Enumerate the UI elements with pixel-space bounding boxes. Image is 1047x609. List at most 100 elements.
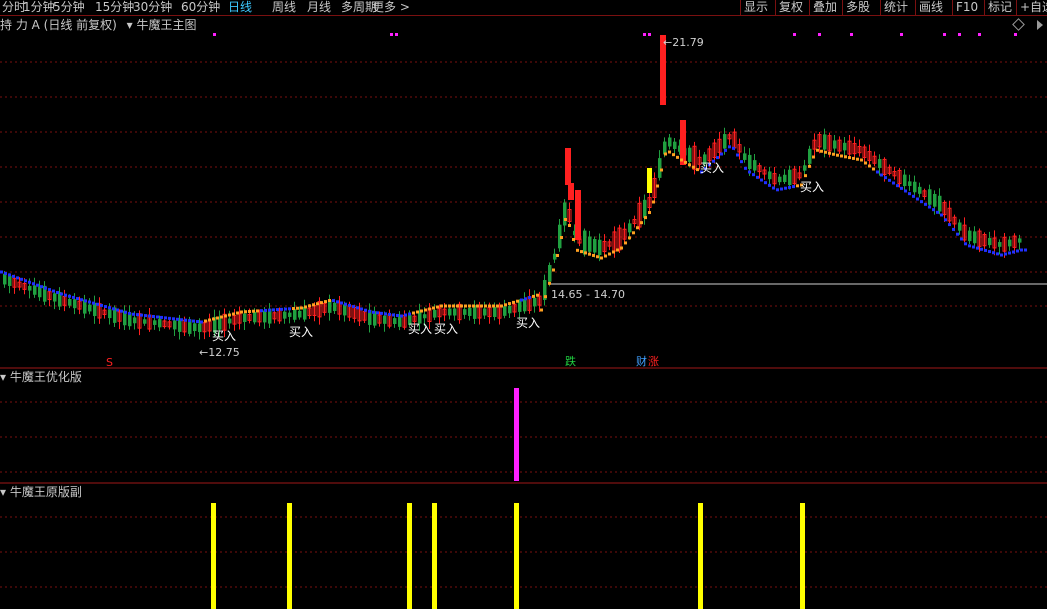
ma-dot [412, 311, 415, 315]
ma-dot [520, 298, 523, 302]
ma-dot [608, 252, 611, 256]
ma-dot [856, 157, 859, 161]
ma-dot [204, 319, 207, 323]
toolbar-tab-5[interactable]: 60分钟 [181, 0, 220, 15]
ma-dot [872, 167, 875, 171]
toolbar-tab-8[interactable]: 月线 [307, 0, 331, 15]
sub2-dropdown-icon[interactable]: ▾ [0, 485, 6, 499]
ma-dot [440, 304, 443, 308]
range-label: 14.65 - 14.70 [551, 288, 625, 301]
toolbar-tab-1[interactable]: 1分钟 [23, 0, 55, 15]
candle-body [837, 139, 842, 152]
toolbar-button-6[interactable]: F10 [956, 0, 978, 15]
ma-dot [696, 168, 699, 172]
candle-body-large [660, 35, 666, 105]
buy-label: 买入 [289, 325, 313, 339]
diamond-icon[interactable] [1012, 18, 1025, 31]
candle-body [543, 280, 547, 300]
ma-dot [560, 236, 563, 239]
ma-dot [512, 300, 515, 304]
candle-body [652, 178, 657, 198]
kline-chart[interactable]: ←21.79←12.7514.65 - 14.70买入 买入 买入 买入 买入买入买入S… [0, 0, 1047, 609]
sub2-indicator-name[interactable]: 牛魔王原版副 [10, 485, 82, 499]
main-indicator-name[interactable]: 牛魔王主图 [137, 18, 197, 32]
toolbar-tab-6[interactable]: 日线 [228, 0, 252, 15]
toolbar-tab-2[interactable]: 5分钟 [53, 0, 85, 15]
ma-dot [844, 155, 847, 159]
signal-dot [1014, 33, 1017, 36]
ma-dot [968, 244, 971, 248]
sub1-indicator-name[interactable]: 牛魔王优化版 [10, 370, 82, 384]
toolbar-tab-4[interactable]: 30分钟 [133, 0, 172, 15]
ma-dot [624, 241, 627, 245]
candle-body [643, 199, 647, 218]
signal-dot [943, 33, 946, 36]
period-toolbar: 分时 1分钟 5分钟 15分钟 30分钟 60分钟 日线 周线 月线 多周期 更多 > 显示 复权 叠加多… [0, 0, 1047, 16]
toolbar-separator [952, 0, 953, 15]
indicator-dropdown-icon[interactable]: ▾ [127, 18, 133, 32]
toolbar-button-7[interactable]: 标记 [988, 0, 1012, 15]
candle-body [17, 281, 22, 288]
ma-dot [720, 152, 723, 156]
toolbar-button-4[interactable]: 统计 [884, 0, 908, 15]
candle-body [707, 148, 712, 162]
toolbar-tab-7[interactable]: 周线 [272, 0, 296, 15]
ma-dot [756, 175, 759, 179]
candle-body [178, 319, 182, 332]
candle-body [328, 300, 332, 313]
ma-dot [684, 160, 687, 164]
candle-body [788, 169, 792, 186]
ma-dot [836, 153, 839, 157]
expand-right-icon[interactable] [1037, 20, 1043, 30]
toolbar-tab-3[interactable]: 15分钟 [95, 0, 134, 15]
candle-body [968, 230, 972, 242]
ma-dot [556, 254, 559, 257]
candle-body [62, 295, 67, 306]
ma-dot [96, 302, 99, 306]
ma-dot [344, 302, 347, 306]
ma-dot [68, 294, 71, 298]
candle-body [12, 277, 17, 288]
ma-dot [744, 166, 747, 170]
ma-dot [760, 178, 763, 182]
toolbar-button-8[interactable]: +自选 [1020, 0, 1047, 15]
ma-dot [184, 318, 187, 322]
buy-label: 买入 [700, 161, 724, 175]
ma-dot [64, 293, 67, 297]
ma-dot [392, 313, 395, 317]
toolbar-button-2[interactable]: 叠加 [813, 0, 837, 15]
toolbar-button-5[interactable]: 画线 [919, 0, 943, 15]
ma-dot [420, 309, 423, 313]
signal-dot [900, 33, 903, 36]
candle-body [387, 314, 392, 327]
ma-dot [456, 304, 459, 308]
ma-dot [212, 317, 215, 321]
candle-body [757, 165, 762, 173]
toolbar-tab-10[interactable]: 更多 > [372, 0, 410, 15]
candle-body [272, 312, 277, 320]
toolbar-button-0[interactable]: 显示 [744, 0, 768, 15]
ma-dot [208, 318, 211, 322]
candle-body [393, 318, 397, 325]
candle-body [1002, 236, 1007, 252]
ma-dot [796, 184, 799, 188]
ma-dot [776, 188, 779, 192]
ma-dot [920, 200, 923, 204]
candle-body [307, 307, 312, 317]
toolbar-button-3[interactable]: 多股 [846, 0, 870, 15]
sub1-dropdown-icon[interactable]: ▾ [0, 370, 6, 384]
ma-dot [1024, 248, 1027, 252]
candle-body [607, 241, 612, 247]
ma-dot [672, 153, 675, 157]
candle-body [247, 314, 252, 321]
ma-dot [676, 155, 679, 159]
toolbar-button-1[interactable]: 复权 [779, 0, 803, 15]
ma-dot [256, 309, 259, 313]
candle-body [833, 140, 837, 149]
ma-dot [572, 238, 575, 241]
ma-dot [476, 304, 479, 308]
ma-dot [712, 159, 715, 163]
candle-body [283, 311, 287, 319]
ma-dot [444, 304, 447, 308]
candle-body [117, 311, 122, 322]
